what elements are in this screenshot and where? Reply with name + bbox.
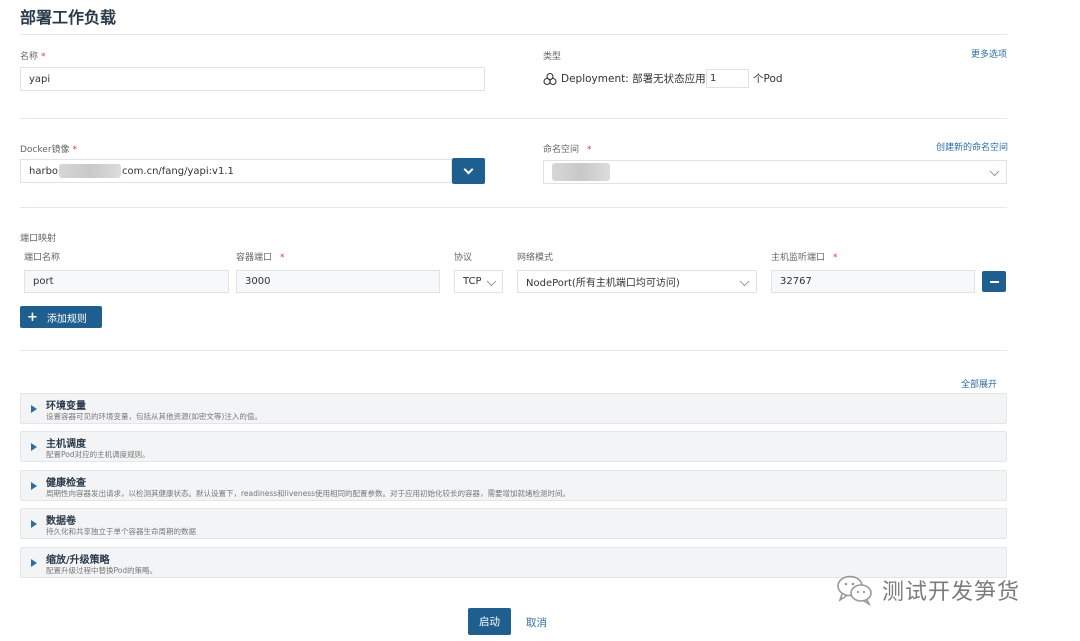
section-title: 环境变量	[46, 401, 86, 412]
expand-triangle-icon	[31, 443, 37, 451]
section-title: 缩放/升级策略	[46, 555, 110, 566]
protocol-select[interactable]: TCP	[454, 270, 503, 293]
expand-triangle-icon	[31, 559, 37, 567]
docker-image-label: Docker镜像 *	[20, 145, 78, 155]
section-desc: 周期性向容器发出请求，以检测其健康状态。默认设置下，readiness和live…	[46, 489, 571, 498]
remove-port-button[interactable]	[982, 271, 1006, 292]
section-desc: 配置Pod对应的主机调度规则。	[46, 450, 150, 459]
network-mode-header: 网络模式	[517, 253, 554, 263]
launch-button[interactable]: 启动	[468, 608, 511, 635]
expand-triangle-icon	[31, 482, 37, 490]
name-input[interactable]: yapi	[20, 67, 485, 91]
image-value-suffix: com.cn/fang/yapi:v1.1	[122, 165, 234, 177]
section-title: 健康检查	[46, 478, 86, 489]
expand-triangle-icon	[31, 520, 37, 528]
section-desc: 设置容器可见的环境变量，包括从其他资源(如密文等)注入的值。	[46, 412, 262, 421]
chevron-down-icon	[463, 164, 474, 174]
image-dropdown-button[interactable]	[452, 158, 485, 184]
host-port-value: 32767	[780, 276, 812, 287]
section-health-check[interactable]: 健康检查 周期性向容器发出请求，以检测其健康状态。默认设置下，readiness…	[20, 470, 1007, 501]
port-name-value: port	[33, 276, 54, 287]
chevron-down-icon	[739, 275, 750, 286]
host-port-input[interactable]: 32767	[771, 270, 975, 293]
divider	[20, 207, 1007, 208]
docker-image-input[interactable]: harbo com.cn/fang/yapi:v1.1	[20, 159, 452, 183]
section-desc: 持久化和共享独立于单个容器生命周期的数据	[46, 527, 196, 536]
watermark: 测试开发笋货	[836, 574, 1021, 607]
create-namespace-link[interactable]: 创建新的命名空间	[936, 140, 1008, 153]
host-port-header: 主机监听端口 *	[771, 253, 838, 263]
port-mapping-label: 端口映射	[20, 234, 57, 244]
chevron-down-icon	[989, 166, 1000, 177]
expand-all-link[interactable]: 全部展开	[961, 377, 997, 390]
section-volumes[interactable]: 数据卷 持久化和共享独立于单个容器生命周期的数据	[20, 508, 1007, 539]
type-label: 类型	[543, 52, 562, 62]
wechat-icon	[836, 574, 874, 607]
port-name-header: 端口名称	[24, 253, 61, 263]
container-port-value: 3000	[245, 276, 271, 287]
divider	[20, 118, 1007, 119]
replicas-value: 1	[710, 73, 717, 84]
protocol-value: TCP	[463, 276, 481, 287]
replicas-unit: 个Pod	[753, 73, 783, 85]
name-input-value: yapi	[29, 73, 51, 85]
divider	[20, 34, 1007, 35]
expand-triangle-icon	[31, 405, 37, 413]
section-desc: 配置升级过程中替换Pod的策略。	[46, 566, 158, 575]
add-rule-label: 添加规则	[46, 313, 87, 325]
redacted-blur	[59, 164, 122, 178]
protocol-header: 协议	[454, 253, 473, 263]
type-row: Deployment: 部署无状态应用	[543, 71, 706, 86]
page-title: 部署工作负载	[20, 8, 117, 27]
network-mode-value: NodePort(所有主机端口均可访问)	[526, 278, 680, 289]
section-title: 数据卷	[46, 516, 76, 527]
redacted-blur	[552, 163, 610, 181]
deployment-icon	[543, 72, 557, 86]
cancel-link[interactable]: 取消	[526, 615, 547, 630]
section-env-vars[interactable]: 环境变量 设置容器可见的环境变量，包括从其他资源(如密文等)注入的值。	[20, 393, 1007, 424]
watermark-text: 测试开发笋货	[882, 580, 1021, 605]
namespace-select[interactable]	[543, 160, 1007, 184]
deployment-type-text: Deployment: 部署无状态应用	[561, 73, 706, 85]
divider	[20, 350, 1007, 351]
more-options-link[interactable]: 更多选项	[971, 47, 1007, 60]
network-mode-select[interactable]: NodePort(所有主机端口均可访问)	[517, 270, 757, 293]
namespace-label: 命名空间 *	[543, 145, 592, 155]
chevron-down-icon	[486, 275, 497, 286]
port-name-input[interactable]: port	[24, 270, 229, 293]
name-label: 名称 *	[20, 52, 46, 62]
replicas-input[interactable]: 1	[706, 69, 749, 88]
section-title: 主机调度	[46, 439, 86, 450]
container-port-input[interactable]: 3000	[236, 270, 440, 293]
container-port-header: 容器端口 *	[236, 253, 285, 263]
add-rule-button[interactable]: + 添加规则	[20, 306, 102, 328]
minus-icon	[989, 280, 999, 283]
plus-icon: +	[27, 309, 38, 325]
image-value-prefix: harbo	[29, 165, 59, 177]
section-host-scheduling[interactable]: 主机调度 配置Pod对应的主机调度规则。	[20, 431, 1007, 462]
